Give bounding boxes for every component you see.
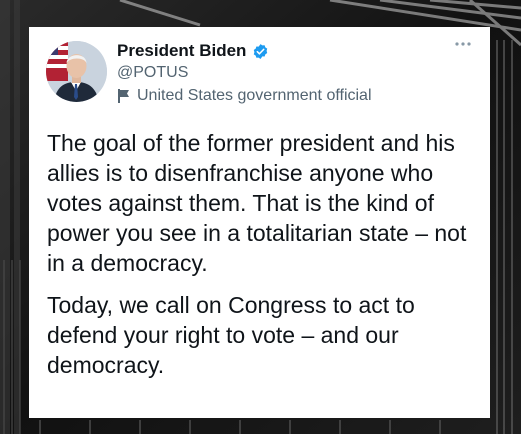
author-name[interactable]: President Biden bbox=[117, 41, 246, 61]
flag-icon bbox=[117, 88, 131, 104]
avatar-portrait bbox=[46, 41, 107, 102]
tweet-text: The goal of the former president and his… bbox=[47, 128, 477, 380]
tweet-paragraph-1: The goal of the former president and his… bbox=[47, 130, 467, 276]
author-row: President Biden bbox=[117, 40, 269, 62]
avatar[interactable] bbox=[46, 41, 107, 102]
screenshot-frame: President Biden @POTUS United States gov… bbox=[0, 0, 521, 434]
account-label-row: United States government official bbox=[117, 87, 372, 105]
more-options-icon[interactable] bbox=[454, 41, 472, 47]
tweet-card[interactable]: President Biden @POTUS United States gov… bbox=[29, 27, 490, 418]
author-handle[interactable]: @POTUS bbox=[117, 64, 188, 82]
verified-badge-icon bbox=[252, 43, 269, 60]
account-label-text: United States government official bbox=[137, 87, 372, 104]
tweet-paragraph-2: Today, we call on Congress to act to def… bbox=[47, 292, 415, 378]
